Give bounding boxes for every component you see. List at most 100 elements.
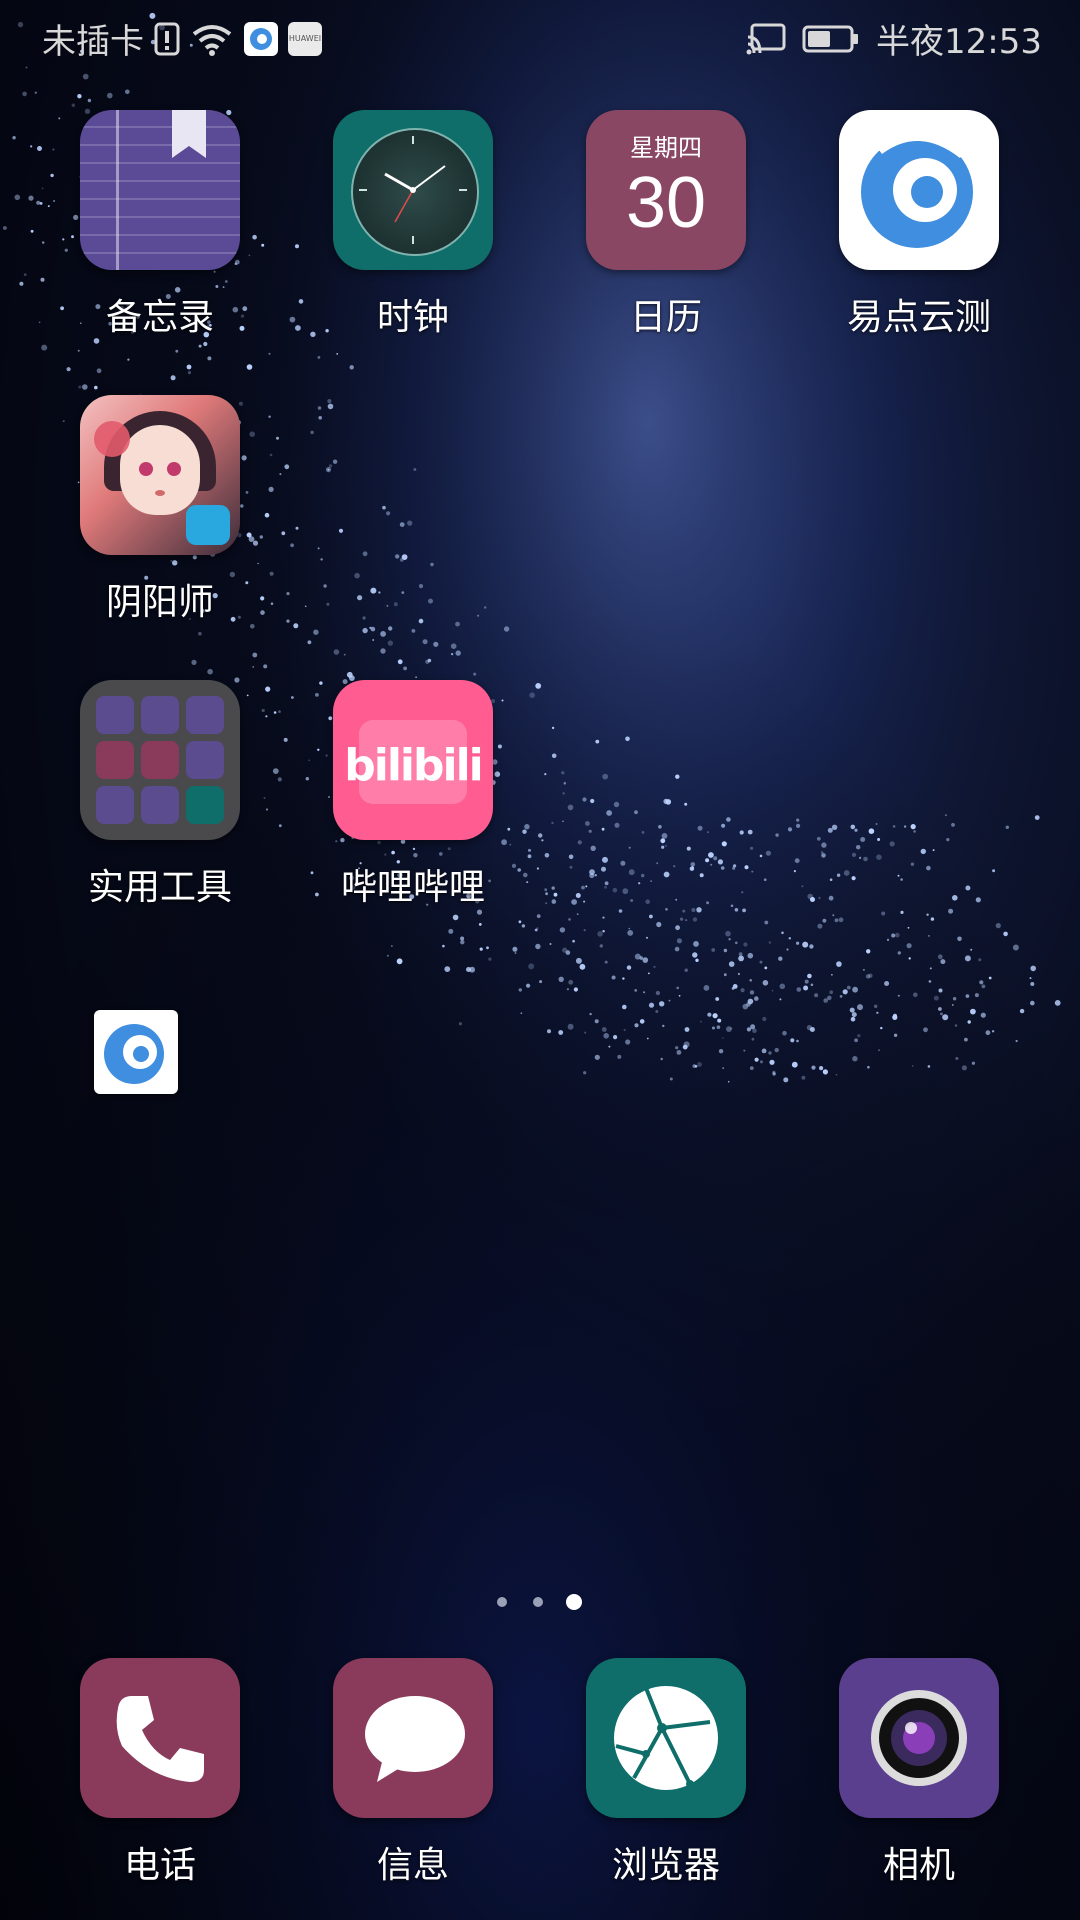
wallpaper-particle <box>175 349 179 353</box>
wallpaper-particle <box>286 592 290 596</box>
wallpaper-particle <box>979 980 984 985</box>
wallpaper-particle <box>293 623 299 629</box>
wallpaper-particle <box>897 994 900 997</box>
wallpaper-particle <box>836 873 841 877</box>
wallpaper-particle <box>710 863 713 866</box>
wallpaper-particle <box>703 985 710 991</box>
wallpaper-particle <box>852 986 858 993</box>
wallpaper-particle <box>854 828 858 832</box>
wallpaper-particle <box>1030 982 1035 986</box>
app-calendar[interactable]: 星期四 30 日历 <box>556 110 776 340</box>
wallpaper-particle <box>794 858 800 864</box>
wallpaper-particle <box>762 1016 767 1022</box>
wallpaper-particle <box>571 899 577 905</box>
app-yidian[interactable]: 易点云测 <box>809 110 1029 340</box>
wallpaper-particle <box>807 973 812 979</box>
wallpaper-particle <box>1015 1039 1018 1043</box>
wallpaper-particle <box>945 814 947 817</box>
dock-messages[interactable]: 信息 <box>303 1658 523 1888</box>
wallpaper-particle <box>731 987 735 990</box>
wallpaper-particle <box>684 968 688 972</box>
wallpaper-particle <box>771 989 774 992</box>
carrier-text: 未插卡 <box>42 22 144 62</box>
wallpaper-particle <box>786 948 789 951</box>
wallpaper-particle <box>747 952 754 959</box>
wallpaper-particle <box>1034 815 1040 820</box>
wallpaper-particle <box>961 1065 968 1071</box>
wallpaper-particle <box>291 696 294 699</box>
wallpaper-particle <box>751 870 754 873</box>
wallpaper-particle <box>940 1012 943 1016</box>
folder-tools[interactable]: 实用工具 <box>50 680 270 910</box>
wallpaper-particle <box>567 804 574 811</box>
wallpaper-particle <box>951 823 955 827</box>
wallpaper-particle <box>273 711 277 714</box>
wallpaper-particle <box>913 992 918 998</box>
dock-browser[interactable]: 浏览器 <box>556 1658 776 1888</box>
wallpaper-particle <box>823 998 828 1003</box>
wallpaper-particle <box>744 865 749 870</box>
wallpaper-particle <box>584 1031 587 1034</box>
wallpaper-particle <box>665 908 668 911</box>
wallpaper-particle <box>985 1030 991 1036</box>
app-label: 电话 <box>123 1845 196 1886</box>
wallpaper-particle <box>860 837 866 842</box>
wallpaper-particle <box>268 352 271 355</box>
wallpaper-particle <box>690 862 696 867</box>
status-right: 半夜12:53 <box>746 14 1042 63</box>
wallpaper-particle <box>488 957 492 961</box>
wallpaper-particle <box>627 930 634 936</box>
wallpaper-particle <box>407 520 413 526</box>
wallpaper-particle <box>886 938 890 942</box>
cast-icon <box>746 23 786 55</box>
wallpaper-particle <box>769 1059 775 1065</box>
clock-icon <box>333 110 493 270</box>
wallpaper-particle <box>536 867 540 870</box>
wallpaper-particle <box>558 976 564 982</box>
wallpaper-particle <box>699 873 704 878</box>
wallpaper-particle <box>397 659 403 665</box>
calendar-icon: 星期四 30 <box>586 110 746 270</box>
dock-camera[interactable]: 相机 <box>809 1658 1029 1888</box>
app-onmyoji[interactable]: 阴阳师 <box>50 395 270 625</box>
wallpaper-particle <box>928 980 932 983</box>
dock-phone[interactable]: 电话 <box>50 1658 270 1888</box>
wallpaper-particle <box>37 146 42 151</box>
wallpaper-particle <box>544 888 548 892</box>
wallpaper-particle <box>40 277 45 282</box>
wallpaper-particle <box>875 823 878 825</box>
wallpaper-particle <box>527 854 532 859</box>
message-icon <box>333 1658 493 1818</box>
wallpaper-particle <box>749 990 755 995</box>
wallpaper-particle <box>782 1030 787 1036</box>
wallpaper-particle <box>327 399 332 404</box>
wallpaper-particle <box>759 854 763 858</box>
wallpaper-particle <box>774 1047 779 1053</box>
wallpaper-particle <box>372 639 375 641</box>
app-label: 阴阳师 <box>105 582 214 623</box>
wallpaper-particle <box>642 957 649 963</box>
camera-icon <box>839 1658 999 1818</box>
wallpaper-particle <box>562 820 564 823</box>
wallpaper-particle <box>892 825 896 828</box>
wallpaper-particle <box>333 649 340 655</box>
page-indicator <box>497 1594 582 1610</box>
wallpaper-particle <box>854 1038 858 1043</box>
app-memo[interactable]: 备忘录 <box>50 110 270 340</box>
app-label: 时钟 <box>376 297 449 338</box>
wallpaper-particle <box>809 944 814 949</box>
wallpaper-particle <box>613 1035 618 1040</box>
wallpaper-particle <box>606 810 612 816</box>
app-bilibili[interactable]: bilibili 哔哩哔哩 <box>303 680 523 910</box>
wallpaper-particle <box>19 281 24 286</box>
wallpaper-particle <box>910 824 916 830</box>
yidian-floating-shortcut[interactable] <box>94 1010 178 1094</box>
app-clock[interactable]: 时钟 <box>303 110 523 340</box>
wallpaper-particle <box>827 827 833 833</box>
wallpaper-particle <box>539 980 543 984</box>
wallpaper-particle <box>648 972 650 975</box>
wallpaper-particle <box>715 997 720 1001</box>
wallpaper-particle <box>186 364 192 370</box>
wallpaper-particle <box>676 986 679 990</box>
wallpaper-particle <box>590 798 595 804</box>
